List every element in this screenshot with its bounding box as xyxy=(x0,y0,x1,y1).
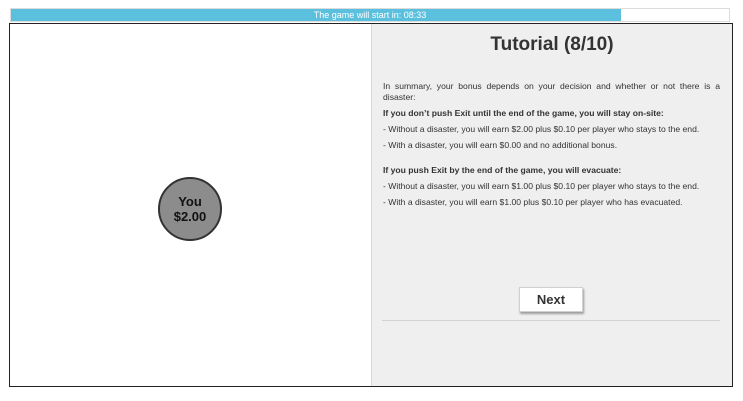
game-frame: You $2.00 Tutorial (8/10) In summary, yo… xyxy=(9,23,733,387)
countdown-label: The game will start in: 08:33 xyxy=(313,10,427,20)
exit-disaster-text: - With a disaster, you will earn $1.00 p… xyxy=(383,197,683,207)
next-button[interactable]: Next xyxy=(519,287,583,312)
player-node-you: You $2.00 xyxy=(158,177,222,241)
player-name: You xyxy=(178,194,202,209)
exit-heading: If you push Exit by the end of the game,… xyxy=(383,165,622,175)
stay-no-disaster-text: - Without a disaster, you will earn $2.0… xyxy=(383,124,700,134)
panel-divider xyxy=(382,320,720,321)
exit-no-disaster-text: - Without a disaster, you will earn $1.0… xyxy=(383,181,700,191)
stay-heading: If you don’t push Exit until the end of … xyxy=(383,108,664,118)
countdown-progress-bar: The game will start in: 08:33 xyxy=(10,8,730,22)
tutorial-panel: Tutorial (8/10) In summary, your bonus d… xyxy=(371,24,732,386)
stay-disaster-text: - With a disaster, you will earn $0.00 a… xyxy=(383,140,618,150)
network-pane: You $2.00 xyxy=(10,24,371,386)
player-amount: $2.00 xyxy=(173,209,207,224)
tutorial-body: In summary, your bonus depends on your d… xyxy=(383,81,720,213)
tutorial-title: Tutorial (8/10) xyxy=(490,34,614,55)
tutorial-summary: In summary, your bonus depends on your d… xyxy=(383,81,720,102)
